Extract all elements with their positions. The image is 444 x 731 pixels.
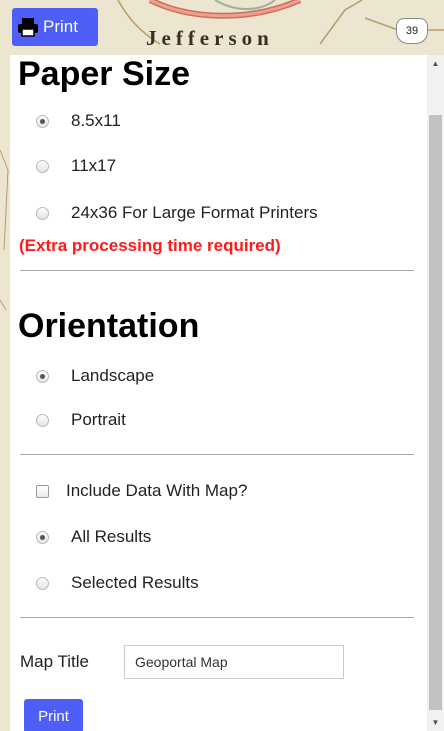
- option-label: Landscape: [71, 366, 155, 385]
- radio-button[interactable]: [36, 206, 49, 220]
- map-title-label: Map Title: [20, 652, 89, 671]
- option-label: Portrait: [71, 410, 126, 429]
- option-label: 8.5x11: [71, 111, 121, 130]
- radio-button[interactable]: [36, 413, 49, 427]
- printer-icon: [18, 18, 38, 37]
- map-title-input[interactable]: [124, 645, 344, 679]
- orientation-heading: Orientation: [18, 307, 200, 345]
- option-label: 11x17: [71, 156, 117, 175]
- route-shield-icon: 39: [396, 18, 428, 44]
- radio-button[interactable]: [36, 114, 49, 128]
- orientation-option-landscape[interactable]: Landscape: [36, 366, 154, 386]
- paper-size-option-24x36[interactable]: 24x36 For Large Format Printers: [36, 203, 318, 223]
- scroll-down-arrow-icon[interactable]: ▼: [427, 714, 444, 731]
- radio-button[interactable]: [36, 159, 49, 173]
- processing-warning: (Extra processing time required): [19, 236, 281, 255]
- scroll-up-arrow-icon[interactable]: ▲: [427, 55, 444, 72]
- option-label: Include Data With Map?: [66, 481, 248, 500]
- map-label-town: Jefferson: [146, 26, 274, 50]
- option-label: All Results: [71, 527, 152, 546]
- divider: [20, 617, 414, 618]
- scrollbar-thumb[interactable]: [429, 115, 442, 710]
- results-option-selected[interactable]: Selected Results: [36, 573, 199, 593]
- paper-size-heading: Paper Size: [18, 55, 190, 93]
- divider: [20, 270, 414, 271]
- include-data-checkbox[interactable]: [36, 484, 49, 498]
- paper-size-option-8x11[interactable]: 8.5x11: [36, 111, 121, 131]
- print-toggle-label: Print: [43, 17, 78, 36]
- print-toggle-button[interactable]: Print: [12, 8, 98, 46]
- option-label: 24x36 For Large Format Printers: [71, 203, 318, 222]
- radio-button[interactable]: [36, 530, 49, 544]
- include-data-option[interactable]: Include Data With Map?: [36, 481, 247, 501]
- divider: [20, 454, 414, 455]
- print-button[interactable]: Print: [24, 699, 83, 731]
- paper-size-option-11x17[interactable]: 11x17: [36, 156, 116, 176]
- results-option-all[interactable]: All Results: [36, 527, 151, 547]
- print-panel: Paper Size 8.5x11 11x17 24x36 For Large …: [10, 55, 444, 731]
- orientation-option-portrait[interactable]: Portrait: [36, 410, 126, 430]
- vertical-scrollbar[interactable]: ▲ ▼: [427, 55, 444, 731]
- radio-button[interactable]: [36, 576, 49, 590]
- radio-button[interactable]: [36, 369, 49, 383]
- option-label: Selected Results: [71, 573, 199, 592]
